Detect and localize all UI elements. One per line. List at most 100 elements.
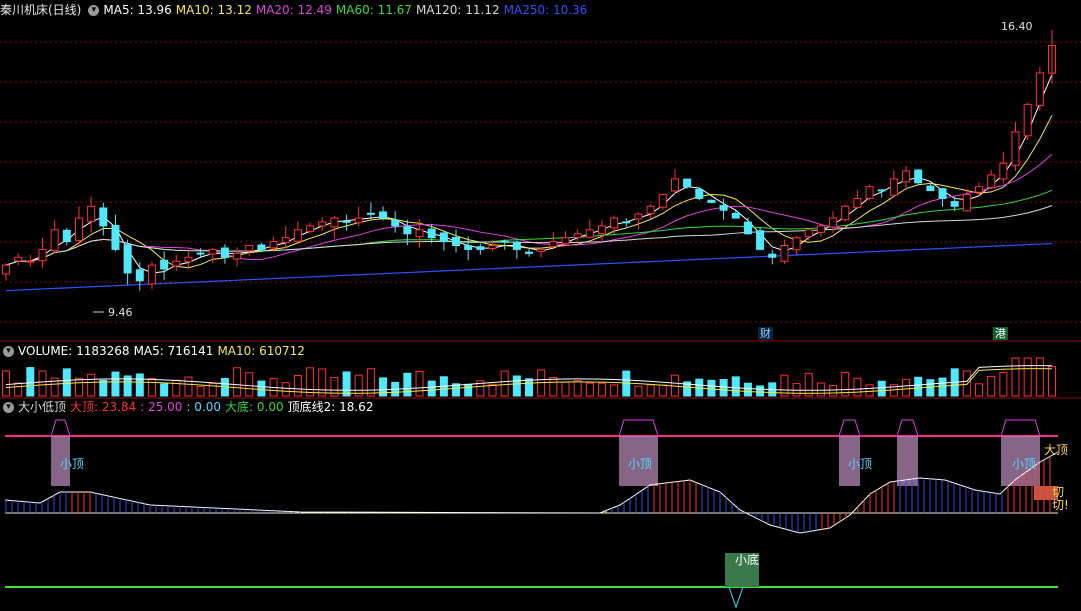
volume-bar-26 [318,368,327,397]
dading-label: 大顶 [1044,443,1069,457]
volume-bar-81 [987,375,996,397]
candle-body-44 [537,248,546,252]
candle-body-22 [269,241,278,249]
volume-bar-38 [464,383,473,397]
candle-body-6 [74,217,83,241]
volume-bar-5 [62,368,71,397]
volume-header: ▾ VOLUME: 1183268 MA5: 716141 MA10: 610712 [0,342,313,360]
volume-bar-6 [74,377,83,397]
candle-body-80 [975,186,984,193]
volume-bar-84 [1023,357,1032,397]
candle-body-56 [683,178,692,188]
volume-bar-46 [561,381,570,397]
candle-body-57 [695,188,704,199]
volume-bar-1 [14,382,23,397]
candle-body-15 [184,256,193,263]
candle-body-30 [366,212,375,215]
candle-body-45 [549,241,558,248]
volume-bar-45 [549,376,558,397]
volume-bar-54 [658,384,667,397]
candle-body-24 [293,229,302,242]
candle-body-52 [634,213,643,220]
candle-body-81 [987,174,996,188]
volume-bar-19 [233,367,242,397]
volume-bar-53 [646,384,655,397]
candle-body-9 [111,225,120,250]
price-header: 秦川机床(日线) ▾ MA5: 13.96 MA10: 13.12 MA20: 12.4… [0,1,595,19]
candle-body-64 [780,245,789,262]
volume-label-0: VOLUME: 1183268 [18,344,130,358]
xiaoding-label-4: 小顶 [1012,457,1037,471]
hk-connect-tag[interactable]: 港 [993,327,1008,340]
candle-body-46 [561,237,570,245]
candle-body-77 [938,188,947,199]
candle-body-66 [804,229,813,238]
volume-bar-9 [111,371,120,397]
volume-bar-43 [525,378,533,397]
candle-body-12 [147,264,156,285]
volume-bar-13 [160,383,169,397]
xiaoding-peak-0 [50,419,71,437]
candle-body-21 [257,244,266,250]
volume-bar-59 [719,379,728,397]
candle-body-73 [889,178,898,196]
low-price-label: 9.46 [108,306,133,319]
volume-bar-66 [804,372,813,397]
candle-body-34 [415,229,424,238]
candle-body-51 [622,221,631,224]
volume-bar-85 [1035,357,1044,397]
candle-body-54 [658,194,667,208]
candle-body-39 [476,246,485,250]
volume-bar-34 [415,370,424,397]
volume-bar-71 [865,384,874,397]
candle-body-40 [488,245,497,249]
candle-body-11 [135,269,144,282]
chevron-down-icon[interactable]: ▾ [3,346,14,357]
candle-body-28 [342,220,351,223]
candle-body-75 [914,169,923,184]
candle-body-59 [719,205,728,211]
volume-bar-33 [403,372,412,397]
ma-label-3: MA60: 11.67 [335,3,412,17]
chevron-down-icon[interactable]: ▾ [88,5,100,16]
ma-label-5: MA250: 10.36 [503,3,588,17]
candle-body-1 [14,256,23,262]
candle-body-7 [87,205,96,222]
volume-bar-76 [926,379,935,397]
xiaoding-label-1: 小顶 [60,457,85,471]
volume-bar-70 [853,377,862,397]
candle-body-8 [99,207,108,227]
volume-bar-74 [902,378,911,397]
candle-body-69 [841,205,850,221]
candle-body-68 [829,217,838,228]
candle-body-36 [439,232,448,243]
candle-body-82 [999,162,1008,180]
xiaodi-label: 小底 [735,553,760,567]
volume-bar-3 [38,370,47,397]
candle-body-76 [926,185,935,192]
candle-body-35 [427,228,436,239]
volume-bar-8 [99,379,108,397]
candle-body-42 [512,241,521,250]
chevron-down-icon[interactable]: ▾ [3,402,14,413]
candle-body-71 [865,186,874,199]
stock-chart[interactable] [0,0,1081,611]
volume-bar-12 [147,378,156,397]
ma-label-2: MA20: 12.49 [255,3,332,17]
indicator-label-1: : 25.00 [140,400,183,414]
volume-bars [2,357,1056,397]
volume-bar-48 [585,382,594,397]
volume-bar-7 [87,373,96,397]
candle-body-85 [1035,72,1044,107]
volume-bar-58 [707,379,716,397]
candle-body-53 [646,205,655,215]
volume-bar-67 [816,382,825,397]
candle-body-20 [245,245,254,252]
candle-body-65 [792,237,801,251]
volume-label-1: MA5: 716141 [133,344,214,358]
xiaoding-label-3: 小顶 [848,457,873,471]
qieqie-label: 切切! [1052,485,1069,512]
candle-body-4 [50,229,59,252]
candle-body-63 [768,253,777,258]
finance-tag[interactable]: 财 [758,327,773,340]
